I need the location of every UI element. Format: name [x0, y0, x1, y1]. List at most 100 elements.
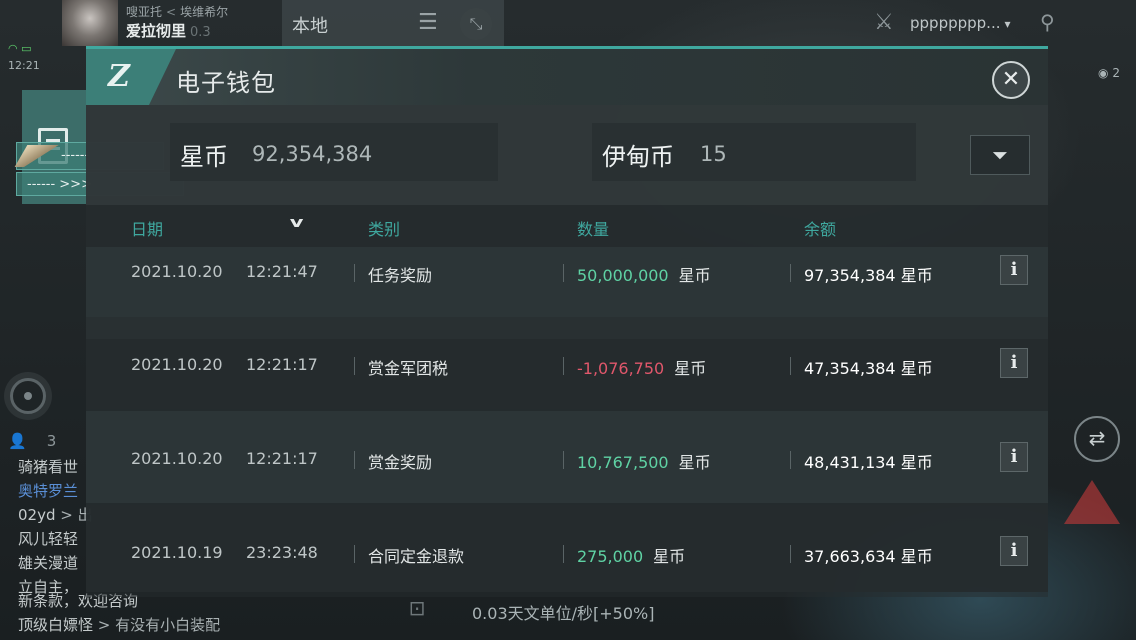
transaction-balance: 37,663,634 星币	[790, 543, 933, 567]
right-counter[interactable]: ◉ 2	[1098, 66, 1120, 80]
amount-value: -1,076,750	[577, 359, 665, 378]
security-status: 0.3	[190, 25, 211, 40]
transaction-date: 2021.10.20	[131, 355, 223, 374]
amount-unit: 星币	[653, 547, 686, 566]
transaction-amount: 275,000 星币	[562, 543, 686, 567]
transaction-date: 2021.10.20	[131, 262, 223, 281]
transaction-list[interactable]: 2021.10.20 12:21:47 任务奖励 50,000,000 星币 97…	[86, 247, 1048, 597]
speed-readout: 0.03天文单位/秒[+50%]	[472, 604, 655, 623]
pilot-info[interactable]: 嗖亚托 < 埃维希尔 爱拉彻里 0.3	[0, 0, 280, 46]
info-button[interactable]: i	[1000, 255, 1028, 285]
filter-icon: ⏷	[992, 143, 1008, 167]
column-header-amount: 数量	[577, 220, 610, 239]
amount-value: 10,767,500	[577, 453, 669, 472]
dialog-title: 电子钱包	[176, 69, 276, 97]
alliance-name: 埃维希尔	[180, 5, 229, 19]
close-button[interactable]: ✕	[992, 61, 1030, 99]
amount-unit: 星币	[678, 266, 711, 285]
chat-line: 02yd > 出	[18, 504, 93, 525]
pilot-portrait[interactable]	[62, 0, 118, 46]
clock: 12:21	[8, 59, 40, 72]
pilot-corp: 嗖亚托 < 埃维希尔	[126, 3, 228, 20]
corp-name: 嗖亚托	[126, 5, 163, 19]
swap-icon[interactable]: ⇄	[1074, 416, 1120, 462]
eden-coin-value: 15	[700, 142, 727, 166]
crossed-swords-icon[interactable]: ⚔	[874, 10, 894, 35]
chat-line-name: 风儿轻轻	[18, 530, 79, 548]
target-ring-icon[interactable]	[10, 378, 46, 414]
transaction-balance: 97,354,384 星币	[790, 262, 933, 286]
chat-line-name: 雄关漫道	[18, 554, 79, 572]
user-icon: 👤	[8, 432, 27, 450]
transaction-amount: -1,076,750 星币	[562, 355, 707, 379]
transaction-row[interactable]: 2021.10.20 12:21:17 赏金奖励 10,767,500 星币 48…	[86, 411, 1048, 503]
chat-line-name: 02yd	[18, 506, 56, 524]
local-tab-label: 本地	[292, 16, 328, 37]
filter-icon[interactable]: ⚲	[1040, 10, 1055, 34]
info-button[interactable]: i	[1000, 442, 1028, 472]
cargo-icon: ◉	[1098, 66, 1109, 80]
amount-unit: 星币	[674, 359, 707, 378]
transaction-amount: 50,000,000 星币	[563, 262, 711, 286]
wallet-logo: Z	[86, 49, 176, 105]
column-header-date[interactable]: 日期	[131, 216, 163, 240]
right-counter-value: 2	[1112, 66, 1120, 80]
info-icon: i	[1010, 259, 1018, 280]
ship-selector[interactable]: pppppppp... ▾	[910, 14, 1011, 32]
transaction-date: 2021.10.20	[131, 449, 223, 468]
info-icon: i	[1010, 540, 1018, 561]
shrink-icon[interactable]: ⤡	[460, 8, 492, 40]
transaction-row[interactable]: 2021.10.19 23:23:48 合同定金退款 275,000 星币 37,…	[86, 505, 1048, 597]
dialog-header: Z 电子钱包 ✕	[86, 49, 1048, 105]
star-coin-label: 星币	[180, 143, 228, 171]
filter-button[interactable]: ⏷	[970, 135, 1030, 175]
transaction-row[interactable]: 2021.10.20 12:21:17 赏金军团税 -1,076,750 星币 4…	[86, 317, 1048, 409]
chevron-down-icon: ▾	[1004, 17, 1011, 31]
chat-line: 顶级白嫖怪 > 有没有小白装配	[18, 614, 220, 635]
info-icon: i	[1010, 446, 1018, 467]
chat-user-count: 👤 3	[8, 432, 56, 450]
star-coin-balance: 星币 92,354,384	[170, 123, 498, 181]
transaction-date: 2021.10.19	[131, 543, 223, 562]
close-icon: ✕	[1001, 67, 1021, 92]
amount-value: 275,000	[577, 547, 644, 566]
amount-unit: 星币	[678, 453, 711, 472]
transaction-time: 12:21:17	[246, 355, 318, 374]
column-header-category: 类别	[368, 220, 401, 239]
info-button[interactable]: i	[1000, 536, 1028, 566]
transaction-category: 任务奖励	[353, 262, 432, 286]
chevron-down-icon[interactable]: v	[290, 215, 304, 231]
eden-coin-balance: 伊甸币 15	[592, 123, 916, 181]
ship-name: pppppppp...	[910, 14, 1001, 32]
device-status: ◠ ▭ 12:21	[4, 42, 58, 76]
ship-expand-label: ------ >>>	[27, 177, 92, 192]
column-header-balance: 余额	[804, 220, 837, 239]
transaction-category: 赏金奖励	[353, 449, 432, 473]
transaction-amount: 10,767,500 星币	[563, 449, 711, 473]
local-chat-tab[interactable]: 本地 ☰ ⤡	[282, 0, 504, 46]
transaction-balance: 47,354,384 星币	[790, 355, 933, 379]
ship-status-label: ------	[61, 148, 90, 163]
pilot-name-text: 爱拉彻里	[126, 22, 187, 40]
wifi-icon: ◠ ▭	[8, 42, 32, 55]
chat-line: 雄关漫道	[18, 552, 78, 573]
top-right-bar: ⚔ pppppppp... ▾ ⚲	[860, 0, 1136, 46]
menu-icon[interactable]: ☰	[418, 10, 438, 35]
balance-summary: 星币 92,354,384 伊甸币 15 ⏷	[86, 105, 1048, 205]
transaction-category: 合同定金退款	[353, 543, 464, 567]
z-logo-icon: Z	[108, 59, 130, 94]
chat-line-name: 奥特罗兰	[18, 482, 79, 500]
transaction-balance: 48,431,134 星币	[790, 449, 933, 473]
transaction-time: 12:21:47	[246, 262, 318, 281]
user-count-value: 3	[46, 432, 57, 450]
transaction-time: 12:21:17	[246, 449, 318, 468]
star-coin-value: 92,354,384	[252, 142, 373, 166]
pilot-name: 爱拉彻里 0.3	[126, 20, 211, 41]
chat-line-text: > 有没有小白装配	[93, 616, 221, 634]
info-button[interactable]: i	[1000, 348, 1028, 378]
chat-line-name: 骑猪看世	[18, 458, 79, 476]
chat-line: 奥特罗兰	[18, 480, 78, 501]
amount-value: 50,000,000	[577, 266, 669, 285]
transaction-time: 23:23:48	[246, 543, 318, 562]
chat-line-name: 顶级白嫖怪	[18, 616, 94, 634]
